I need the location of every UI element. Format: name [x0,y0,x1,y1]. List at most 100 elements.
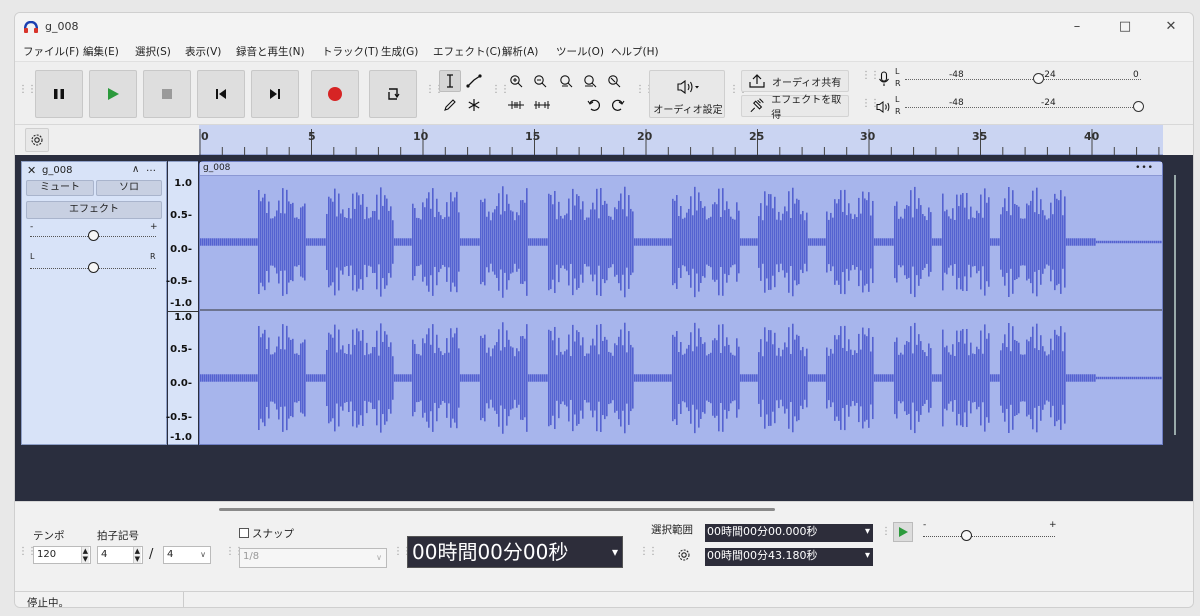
timeline-ruler[interactable]: 0 5 10 15 20 25 30 35 40 [199,125,1163,155]
waveform-sample [652,374,654,382]
redo-button[interactable] [607,94,629,116]
record-button[interactable] [311,70,359,118]
toolbar-grip-icon[interactable]: ⋮⋮ [18,84,37,95]
menu-transport[interactable]: 録音と再生(N) [236,44,305,59]
vertical-scroll-thumb[interactable] [1174,175,1176,435]
waveform-sample [784,206,786,278]
undo-button[interactable] [583,94,605,116]
selection-tool-button[interactable] [439,70,461,92]
waveform-sample [802,210,804,274]
waveform-sample [876,238,878,246]
track-collapse-button[interactable]: ∧ [132,164,139,175]
zoom-toggle-button[interactable] [603,70,625,92]
trim-button[interactable] [505,94,527,116]
tempo-spin-icon[interactable]: ▲ ▼ [80,547,89,563]
snap-checkbox[interactable] [239,528,249,538]
waveform-sample [634,238,636,246]
selection-end-menu-icon[interactable]: ▾ [865,548,870,564]
zoom-in-button[interactable] [505,70,527,92]
zoom-out-button[interactable] [529,70,551,92]
rec-meter-knob[interactable] [1033,73,1044,84]
waveform-sample [448,216,450,268]
mute-button[interactable]: ミュート [26,180,94,196]
share-audio-button[interactable]: オーディオ共有 [741,70,849,92]
waveform-sample [1002,343,1004,413]
pan-slider[interactable] [88,262,99,273]
track-effects-button[interactable]: エフェクト [26,201,162,219]
clip-menu-button[interactable]: ••• [1135,162,1154,175]
play-icon [108,88,119,100]
selection-settings-button[interactable] [677,548,691,565]
waveform-sample [364,355,366,401]
waveform-sample [544,374,546,382]
horizontal-scroll-thumb[interactable] [219,508,775,511]
waveform-sample [516,348,518,408]
menu-generate[interactable]: 生成(G) [381,44,418,59]
fit-selection-button[interactable] [555,70,577,92]
play-meter-button[interactable] [873,96,895,118]
solo-button[interactable]: ソロ [96,180,162,196]
minimize-button[interactable]: – [1057,17,1097,37]
fit-project-button[interactable] [579,70,601,92]
track-control-panel[interactable]: ✕ g_008 ∧ … ミュート ソロ エフェクト - + L R [21,161,167,445]
waveform-left-channel [200,186,1162,298]
multi-tool-button[interactable] [463,94,485,116]
track-menu-button[interactable]: … [146,163,156,174]
loop-button[interactable] [369,70,417,118]
stop-button[interactable] [143,70,191,118]
menu-help[interactable]: ヘルプ(H) [611,44,659,59]
track-name[interactable]: g_008 [42,165,72,176]
waveform-sample [806,348,808,408]
silence-button[interactable] [531,94,553,116]
vertical-scrollbar[interactable] [1171,155,1179,501]
menu-file[interactable]: ファイル(F) [23,44,79,59]
time-display[interactable]: 00時間00分00秒 ▾ [407,536,623,568]
track-close-button[interactable]: ✕ [27,164,36,177]
menu-tools[interactable]: ツール(O) [556,44,604,59]
get-effects-button[interactable]: エフェクトを取得 [741,95,849,121]
pause-button[interactable] [35,70,83,118]
waveform-sample [918,198,920,286]
time-display-menu-icon[interactable]: ▾ [612,537,618,567]
menu-analyze[interactable]: 解析(A) [502,44,538,59]
close-button[interactable]: ✕ [1151,17,1191,37]
play-meter-knob[interactable] [1133,101,1144,112]
numerator-spin-icon[interactable]: ▲ ▼ [132,547,141,563]
waveform-sample [916,208,918,276]
vertical-scale[interactable]: 1.0 0.5- 0.0- -0.5- -1.0 1.0 0.5- 0.0- -… [166,161,198,445]
time-sig-denominator-select[interactable]: 4 ∨ [163,546,211,564]
time-sig-numerator-input[interactable]: 4 ▲ ▼ [97,546,143,564]
speed-slider[interactable] [961,530,972,541]
tempo-input[interactable]: 120 ▲ ▼ [33,546,91,564]
maximize-button[interactable]: □ [1105,17,1145,37]
snap-interval-select[interactable]: 1/8 ∨ [239,548,387,568]
menu-effect[interactable]: エフェクト(C) [433,44,501,59]
menu-tracks[interactable]: トラック(T) [322,44,379,59]
clip-header[interactable]: g_008 ••• [200,162,1162,176]
gain-slider[interactable] [88,230,99,241]
playback-meter[interactable]: L R -48 -24 [895,95,1145,118]
selection-grip-icon[interactable]: ⋮⋮ [639,546,658,557]
audio-setup-button[interactable]: オーディオ設定 [649,70,725,118]
menu-select[interactable]: 選択(S) [135,44,171,59]
waveform-sample [834,335,836,421]
menu-view[interactable]: 表示(V) [185,44,221,59]
waveform-sample [730,352,732,404]
record-meter-button[interactable] [873,68,895,90]
menu-edit[interactable]: 編集(E) [83,44,119,59]
waveform-sample [338,329,340,427]
audio-clip[interactable]: g_008 ••• [199,161,1163,445]
waveform-sample [744,238,746,246]
play-button[interactable] [89,70,137,118]
selection-start[interactable]: 00時間00分00.000秒 ▾ [705,524,873,542]
skip-start-button[interactable] [197,70,245,118]
envelope-tool-button[interactable] [463,70,485,92]
selection-start-menu-icon[interactable]: ▾ [865,524,870,540]
record-meter[interactable]: L R -48 -24 0 [895,67,1145,90]
play-at-speed-button[interactable] [893,522,913,542]
draw-tool-button[interactable] [439,94,461,116]
timeline-settings-button[interactable] [25,128,49,152]
selection-end[interactable]: 00時間00分43.180秒 ▾ [705,548,873,566]
skip-end-button[interactable] [251,70,299,118]
waveform-sample [238,238,240,246]
